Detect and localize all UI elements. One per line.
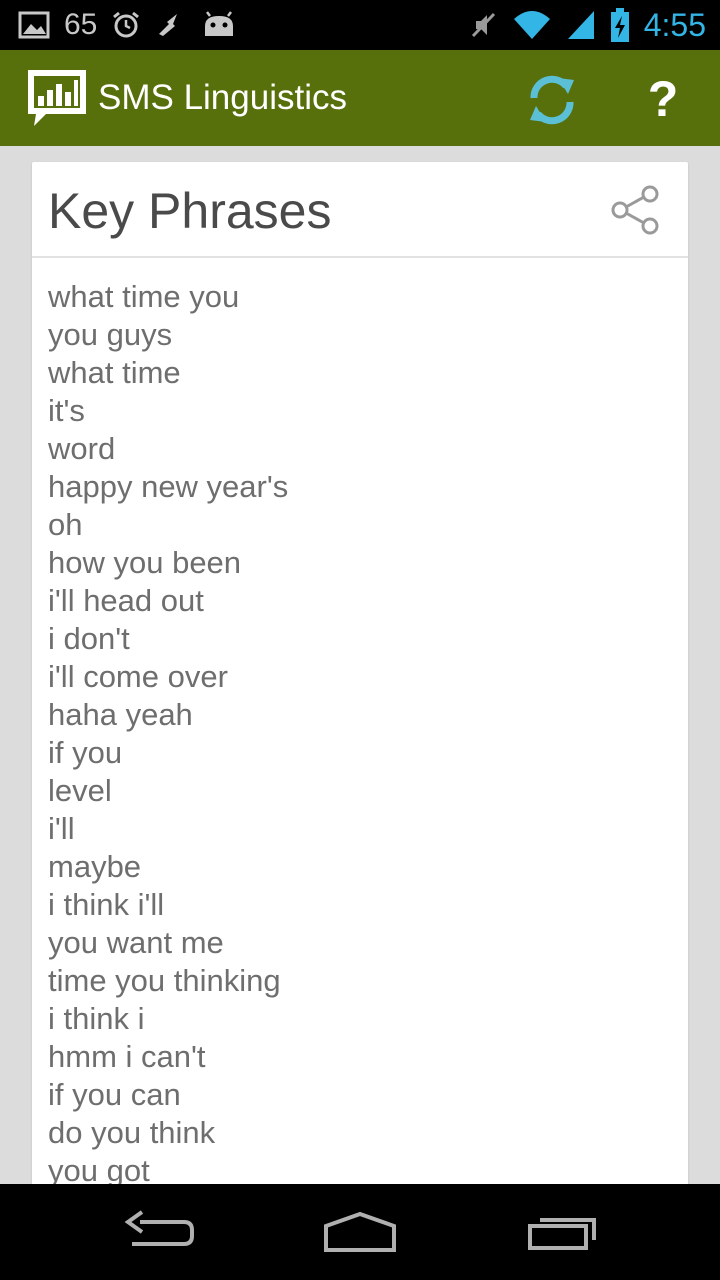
phrase-item: hmm i can't bbox=[48, 1039, 206, 1074]
home-button[interactable] bbox=[320, 1204, 400, 1260]
share-icon bbox=[611, 185, 659, 235]
back-button[interactable] bbox=[122, 1204, 198, 1260]
recents-button[interactable] bbox=[522, 1204, 602, 1260]
phrase-item: word bbox=[48, 431, 116, 466]
phrase-item: you guys bbox=[48, 317, 173, 352]
image-icon bbox=[18, 11, 50, 39]
phrase-item: i think i bbox=[48, 1001, 145, 1036]
phrase-item: if you bbox=[48, 735, 123, 770]
phrase-item: i'll head out bbox=[48, 583, 204, 618]
phrase-item: level bbox=[48, 773, 112, 808]
signal-icon bbox=[566, 9, 596, 41]
phrase-item: do you think bbox=[48, 1115, 216, 1150]
mute-icon bbox=[468, 10, 498, 40]
phrase-item: happy new year's bbox=[48, 469, 289, 504]
status-bar: 65 4:55 bbox=[0, 0, 720, 50]
help-button[interactable]: ? bbox=[630, 64, 696, 134]
phrase-item: it's bbox=[48, 393, 85, 428]
phrase-item: what time bbox=[48, 355, 181, 390]
back-icon bbox=[124, 1210, 194, 1246]
phrase-list: what time you you guys what time it's word ha… bbox=[48, 278, 668, 1190]
app-title: SMS Linguistics bbox=[98, 78, 347, 117]
home-icon bbox=[324, 1211, 396, 1252]
refresh-button[interactable] bbox=[524, 72, 580, 128]
phrase-item: i'll bbox=[48, 811, 75, 846]
phrase-item: you want me bbox=[48, 925, 224, 960]
phrase-item: maybe bbox=[48, 849, 142, 884]
recents-icon bbox=[528, 1218, 596, 1250]
clock: 4:55 bbox=[643, 6, 706, 43]
phrase-item: oh bbox=[48, 507, 83, 542]
notification-count: 65 bbox=[64, 8, 98, 41]
phrase-item: time you thinking bbox=[48, 963, 281, 998]
phrase-item: i think i'll bbox=[48, 887, 165, 922]
navigation-bar bbox=[0, 1184, 720, 1280]
action-bar: SMS Linguistics ? bbox=[0, 50, 720, 146]
key-phrases-card: Key Phrases what time you you guys what ti… bbox=[32, 162, 688, 1192]
phrase-item: if you can bbox=[48, 1077, 181, 1112]
card-title: Key Phrases bbox=[48, 183, 332, 239]
phrase-item: how you been bbox=[48, 545, 242, 580]
status-bar-right: 4:55 bbox=[468, 0, 706, 50]
phrase-item: haha yeah bbox=[48, 697, 193, 732]
alarm-icon bbox=[111, 10, 141, 40]
wifi-icon bbox=[512, 9, 552, 41]
share-button[interactable] bbox=[610, 184, 662, 236]
phrase-item: i don't bbox=[48, 621, 130, 656]
android-icon bbox=[201, 10, 237, 40]
battery-charging-icon bbox=[610, 8, 630, 42]
phrase-item: i'll come over bbox=[48, 659, 228, 694]
phrase-item: what time you bbox=[48, 279, 240, 314]
refresh-icon bbox=[530, 75, 574, 125]
usb-icon bbox=[155, 10, 187, 40]
status-bar-left: 65 bbox=[18, 0, 237, 50]
card-header: Key Phrases bbox=[32, 162, 688, 258]
app-logo-icon bbox=[24, 66, 90, 132]
